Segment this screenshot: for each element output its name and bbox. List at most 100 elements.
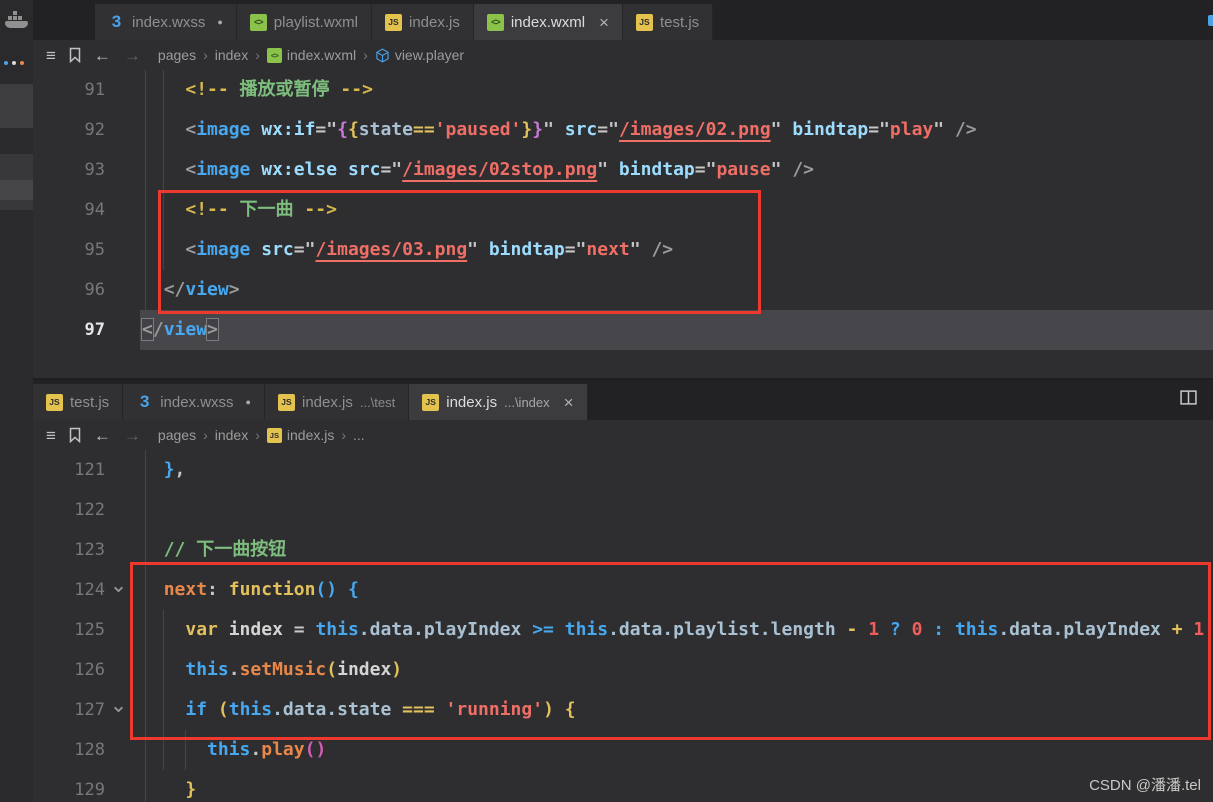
code-line-129[interactable]: 129 } — [33, 770, 1213, 802]
code-line-97[interactable]: 97 </view> — [33, 310, 1213, 350]
code-text: <image wx:if="{{state=='paused'}}" src="… — [185, 119, 977, 140]
tab-label: index.js — [301, 393, 353, 411]
breadcrumb-bar: ≡ ← → pages › index › <> index.wxml › view.player — [33, 40, 1213, 70]
code-line-96[interactable]: 96 </view> — [33, 270, 1213, 310]
code-text: </view> — [163, 279, 240, 300]
breadcrumb-item-index.wxml[interactable]: <> index.wxml — [266, 47, 356, 63]
list-icon[interactable]: ≡ — [46, 427, 56, 444]
code-line-91[interactable]: 91 <!-- 播放或暂停 --> — [33, 70, 1213, 110]
tab-index.js-index[interactable]: JS index.js ...\index × — [409, 384, 588, 420]
bookmark-icon[interactable] — [69, 427, 81, 443]
breadcrumb: pages › index › JS index.js ›... — [158, 427, 365, 443]
code-line-123[interactable]: 123 // 下一曲按钮 — [33, 530, 1213, 570]
editor-pane-bottom: JS test.js 3 index.wxss ● JS index.js ...\test J… — [33, 380, 1213, 802]
js-file-icon: JS — [422, 393, 440, 411]
code-line-124[interactable]: 124 next: function() { — [33, 570, 1213, 610]
tab-bar: 3 index.wxss ● <> playlist.wxml JS index.js <> i… — [33, 0, 1213, 40]
list-icon[interactable]: ≡ — [46, 47, 56, 64]
close-icon[interactable]: × — [564, 394, 574, 411]
breadcrumb-item-index[interactable]: index — [215, 47, 248, 63]
code-line-122[interactable]: 122 — [33, 490, 1213, 530]
code-text: <!-- 播放或暂停 --> — [185, 79, 373, 100]
tab-index.wxml[interactable]: <> index.wxml × — [473, 4, 623, 40]
code-line-94[interactable]: 94 <!-- 下一曲 --> — [33, 190, 1213, 230]
bookmark-icon[interactable] — [69, 47, 81, 63]
code-text: } — [185, 779, 197, 800]
js-file-icon: JS — [635, 13, 653, 31]
breadcrumb-item-index[interactable]: index — [215, 427, 248, 443]
fold-chevron-icon[interactable] — [113, 704, 123, 714]
line-number: 125 — [74, 620, 105, 640]
tab-test.js[interactable]: JS test.js — [33, 384, 124, 420]
js-file-icon: JS — [46, 393, 63, 411]
back-arrow-icon[interactable]: ← — [94, 47, 111, 64]
tab-playlist.wxml[interactable]: <> playlist.wxml — [236, 4, 372, 40]
js-file-icon: JS — [384, 13, 402, 31]
code-line-92[interactable]: 92 <image wx:if="{{state=='paused'}}" sr… — [33, 110, 1213, 150]
fold-chevron-icon[interactable] — [113, 584, 123, 594]
code-text: this.play() — [207, 739, 327, 760]
chevron-right-icon: › — [255, 47, 260, 63]
forward-arrow-icon[interactable]: → — [124, 47, 141, 64]
cut-off-icon — [1208, 15, 1213, 26]
line-number: 95 — [84, 240, 105, 260]
sidebar-sliver — [0, 84, 33, 128]
breadcrumb-item-view.player[interactable]: view.player — [375, 47, 464, 63]
code-text: this.setMusic(index) — [185, 659, 403, 680]
symbol-cube-icon — [375, 47, 390, 63]
line-number: 128 — [74, 740, 105, 760]
tab-index.wxss[interactable]: 3 index.wxss ● — [95, 4, 237, 40]
sidebar-sliver — [0, 180, 33, 200]
code-text: <!-- 下一曲 --> — [185, 199, 337, 220]
code-editor[interactable]: 121 }, 122 123 // 下一曲按钮 124 next: function(… — [33, 450, 1213, 802]
breadcrumb-label: index.js — [286, 427, 335, 443]
code-line-93[interactable]: 93 <image wx:else src="/images/02stop.pn… — [33, 150, 1213, 190]
activity-dots — [4, 61, 24, 65]
wxml-file-icon: <> — [486, 13, 504, 31]
code-line-126[interactable]: 126 this.setMusic(index) — [33, 650, 1213, 690]
close-icon[interactable]: × — [599, 14, 609, 31]
breadcrumb-label: index — [214, 427, 249, 443]
chevron-right-icon: › — [203, 427, 208, 443]
code-line-121[interactable]: 121 }, — [33, 450, 1213, 490]
tab-label: index.wxss — [160, 393, 234, 411]
code-text: </view> — [141, 318, 219, 341]
split-editor-icon[interactable] — [1180, 390, 1197, 410]
tab-label: playlist.wxml — [273, 13, 358, 31]
tab-index.js-test[interactable]: JS index.js ...\test — [264, 384, 410, 420]
code-editor[interactable]: 91 <!-- 播放或暂停 --> 92 <image wx:if="{{stat… — [33, 70, 1213, 378]
line-number: 92 — [84, 120, 105, 140]
tab-test.js[interactable]: JS test.js — [622, 4, 714, 40]
docker-whale-icon[interactable] — [5, 12, 29, 28]
breadcrumb-item-pages[interactable]: pages — [158, 427, 196, 443]
code-text: next: function() { — [163, 579, 359, 600]
tab-path-hint: ...\test — [359, 394, 396, 410]
chevron-right-icon: › — [341, 427, 347, 443]
code-text: }, — [163, 459, 186, 480]
back-arrow-icon[interactable]: ← — [94, 427, 111, 444]
tab-index.wxss[interactable]: 3 index.wxss ● — [123, 384, 265, 420]
line-number: 93 — [84, 160, 105, 180]
line-number: 97 — [84, 320, 105, 340]
breadcrumb-item-index.js[interactable]: JS index.js — [266, 427, 335, 443]
tab-label: index.wxml — [510, 13, 586, 31]
pane-divider[interactable] — [0, 378, 1213, 380]
code-line-95[interactable]: 95 <image src="/images/03.png" bindtap="… — [33, 230, 1213, 270]
tab-path-hint: ...\index — [504, 394, 550, 410]
code-line-127[interactable]: 127 if (this.data.state === 'running') { — [33, 690, 1213, 730]
chevron-right-icon: › — [255, 427, 260, 443]
code-line-125[interactable]: 125 var index = this.data.playIndex >= t… — [33, 610, 1213, 650]
css-file-icon: 3 — [111, 12, 122, 31]
forward-arrow-icon[interactable]: → — [124, 427, 141, 444]
line-number: 127 — [74, 700, 105, 720]
line-number: 126 — [74, 660, 105, 680]
code-text: <image src="/images/03.png" bindtap="nex… — [185, 239, 674, 260]
tab-label: index.wxss — [132, 13, 206, 31]
code-line-128[interactable]: 128 this.play() — [33, 730, 1213, 770]
line-number: 94 — [84, 200, 105, 220]
tab-index.js[interactable]: JS index.js — [371, 4, 474, 40]
breadcrumb-item-...[interactable]: ... — [353, 427, 365, 443]
breadcrumb-item-pages[interactable]: pages — [158, 47, 196, 63]
css-file-icon: 3 — [139, 392, 150, 411]
chevron-right-icon: › — [363, 47, 368, 63]
